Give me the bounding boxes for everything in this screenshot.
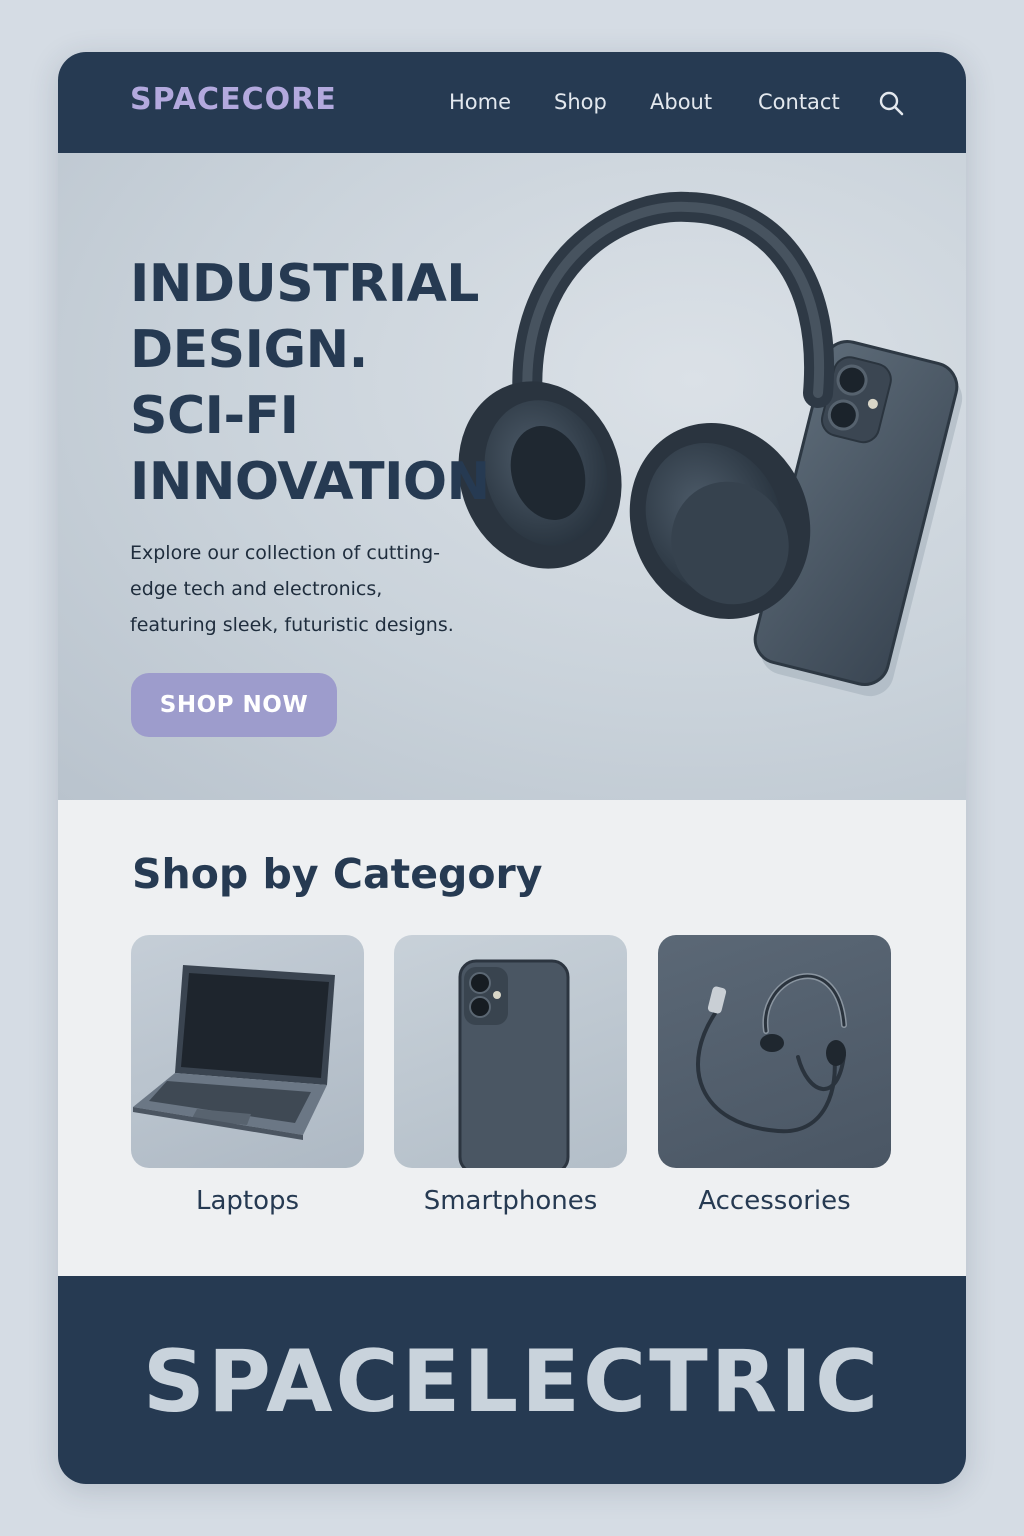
shop-now-button[interactable]: SHOP NOW [131, 673, 337, 737]
page-card: SPACECORE Home Shop About Contact INDUST… [58, 52, 966, 1484]
footer-bar: SPACELECTRIC [58, 1276, 966, 1484]
category-tile-smartphones[interactable] [394, 935, 627, 1168]
footer-brand-wordmark: SPACELECTRIC [142, 1332, 882, 1432]
hero-description: Explore our collection of cutting- edge … [130, 535, 490, 643]
hero-description-line-2: edge tech and electronics, [130, 578, 383, 600]
category-label-smartphones[interactable]: Smartphones [394, 1186, 627, 1216]
category-label-accessories[interactable]: Accessories [658, 1186, 891, 1216]
header-bar: SPACECORE Home Shop About Contact [58, 52, 966, 153]
hero-section: INDUSTRIAL DESIGN. SCI-FI INNOVATION Exp… [58, 153, 966, 800]
category-label-laptops[interactable]: Laptops [131, 1186, 364, 1216]
nav-home[interactable]: Home [449, 90, 511, 114]
hero-headline-line-2: DESIGN. [130, 320, 368, 380]
smartphone-image [458, 959, 570, 1168]
hero-product-image [448, 183, 966, 703]
hero-description-line-3: featuring sleek, futuristic designs. [130, 614, 454, 636]
hero-headline: INDUSTRIAL DESIGN. SCI-FI INNOVATION [130, 251, 490, 515]
hero-headline-line-1: INDUSTRIAL [130, 254, 479, 314]
nav-about[interactable]: About [650, 90, 712, 114]
site-logo[interactable]: SPACECORE [130, 82, 337, 117]
nav-shop[interactable]: Shop [554, 90, 607, 114]
category-section-title: Shop by Category [132, 850, 543, 898]
laptop-image [133, 965, 335, 1140]
search-icon[interactable] [878, 90, 904, 116]
hero-headline-line-4: INNOVATION [130, 452, 490, 512]
earphones-image [696, 973, 847, 1134]
category-tile-accessories[interactable] [658, 935, 891, 1168]
category-tile-laptops[interactable] [131, 935, 364, 1168]
headphones-illustration [458, 191, 835, 619]
nav-contact[interactable]: Contact [758, 90, 840, 114]
hero-description-line-1: Explore our collection of cutting- [130, 542, 441, 564]
hero-headline-line-3: SCI-FI [130, 386, 299, 446]
